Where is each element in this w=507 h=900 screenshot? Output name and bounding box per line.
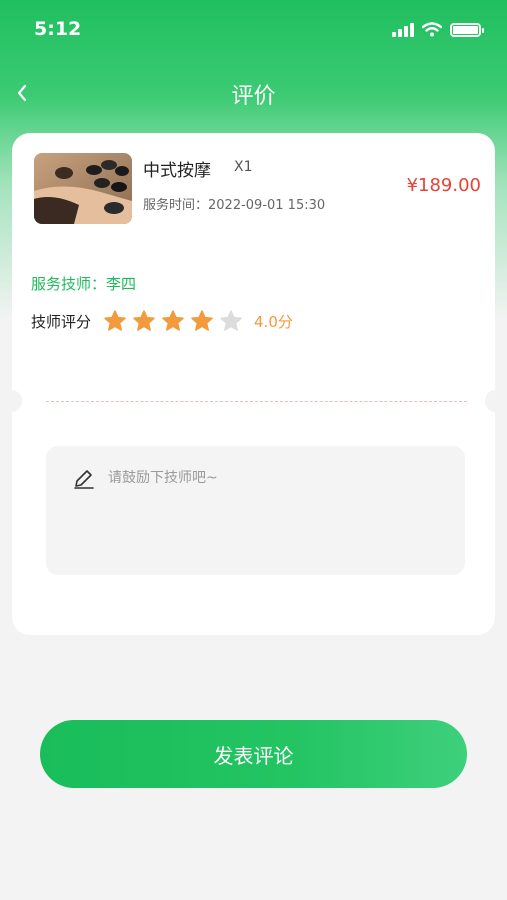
service-thumbnail	[34, 153, 132, 224]
pencil-icon	[74, 470, 94, 489]
dashed-divider	[46, 401, 467, 402]
service-name: 中式按摩	[143, 161, 211, 181]
status-icons	[392, 22, 484, 37]
status-time: 5:12	[34, 18, 82, 40]
star-icon[interactable]	[103, 309, 127, 333]
service-time: 服务时间：2022-09-01 15:30	[143, 198, 326, 213]
technician-name: 服务技师：李四	[31, 275, 137, 293]
status-bar: 5:12	[0, 0, 507, 58]
star-icon[interactable]	[190, 309, 214, 333]
service-price: ¥189.00	[406, 175, 481, 196]
rating-row: 技师评分 4.0分	[31, 309, 293, 333]
submit-review-button[interactable]: 发表评论	[40, 720, 467, 788]
rating-label: 技师评分	[31, 312, 92, 331]
star-rating	[103, 309, 248, 333]
service-quantity: X1	[234, 159, 253, 175]
comment-input[interactable]	[108, 466, 448, 556]
review-card: 中式按摩 X1 服务时间：2022-09-01 15:30 ¥189.00 服务…	[2, 133, 505, 635]
page-title: 评价	[231, 84, 276, 109]
wifi-icon	[422, 22, 442, 37]
star-icon[interactable]	[219, 309, 243, 333]
star-icon[interactable]	[132, 309, 156, 333]
star-icon[interactable]	[161, 309, 185, 333]
rating-score: 4.0分	[254, 312, 293, 331]
ticket-notch-right	[485, 390, 505, 412]
comment-box	[46, 446, 465, 575]
nav-bar: 评价	[0, 70, 507, 114]
signal-icon	[392, 22, 414, 37]
battery-icon	[450, 22, 484, 37]
ticket-notch-left	[2, 390, 22, 412]
